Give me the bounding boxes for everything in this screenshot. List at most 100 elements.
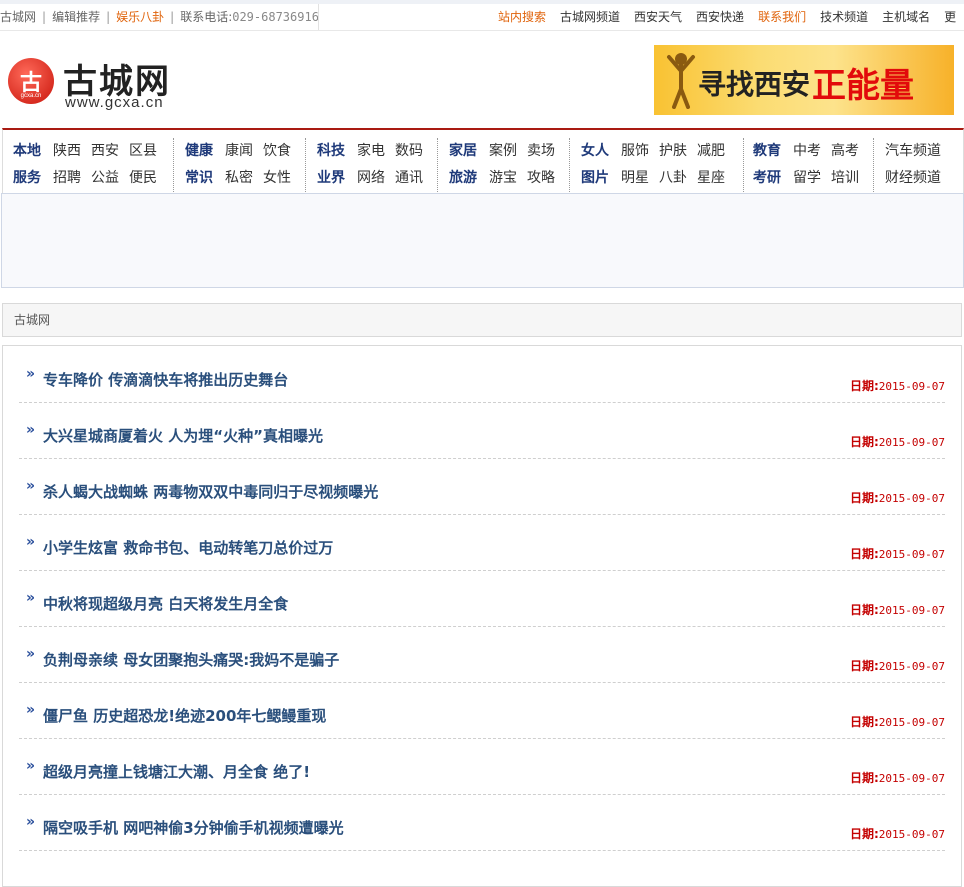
nav-link[interactable]: 护肤 <box>659 138 687 165</box>
nav-link[interactable]: 网络 <box>357 165 385 192</box>
top-link-weather[interactable]: 西安天气 <box>634 10 682 24</box>
nav-link[interactable]: 数码 <box>395 138 423 165</box>
nav-link[interactable]: 通讯 <box>395 165 423 192</box>
ad-banner[interactable]: 寻找西安 正能量 <box>654 45 954 115</box>
nav-link-auto[interactable]: 汽车频道 <box>885 138 941 165</box>
top-link-entertainment[interactable]: 娱乐八卦 <box>116 10 164 24</box>
list-item: » 中秋将现超级月亮 白天将发生月全食 日期:2015-09-07 <box>19 570 945 627</box>
top-link-home[interactable]: 古城网 <box>0 10 36 24</box>
nav-link[interactable]: 女人 <box>581 138 609 165</box>
article-date: 日期:2015-09-07 <box>849 771 945 785</box>
nav-link-finance[interactable]: 财经频道 <box>885 165 941 192</box>
ad-placeholder <box>1 193 964 288</box>
nav-link[interactable]: 西安 <box>91 138 119 165</box>
site-logo[interactable]: 古 gcxa.cn 古城网 www.gcxa.cn <box>8 56 208 116</box>
nav-link[interactable]: 便民 <box>129 165 157 192</box>
double-chevron-icon: » <box>26 702 36 718</box>
separator: | <box>42 10 47 24</box>
nav-link[interactable]: 攻略 <box>527 165 555 192</box>
nav-link[interactable]: 图片 <box>581 165 609 192</box>
nav-group-tech: 科技 家电 数码 业界 网络 通讯 <box>317 138 438 194</box>
nav-group-home: 家居 案例 卖场 旅游 游宝 攻略 <box>449 138 570 194</box>
list-item: » 小学生炫富 救命书包、电动转笔刀总价过万 日期:2015-09-07 <box>19 514 945 571</box>
nav-link[interactable]: 中考 <box>793 138 821 165</box>
nav-link[interactable]: 公益 <box>91 165 119 192</box>
top-link-site-search[interactable]: 站内搜索 <box>498 10 546 24</box>
nav-link[interactable]: 八卦 <box>659 165 687 192</box>
article-title[interactable]: 中秋将现超级月亮 白天将发生月全食 <box>43 593 288 614</box>
banner-highlight: 正能量 <box>812 66 914 106</box>
article-title[interactable]: 专车降价 传滴滴快车将推出历史舞台 <box>43 369 288 390</box>
nav-link[interactable]: 陕西 <box>53 138 81 165</box>
nav-link[interactable]: 考研 <box>753 165 781 192</box>
nav-link[interactable]: 游宝 <box>489 165 517 192</box>
nav-link[interactable]: 业界 <box>317 165 345 192</box>
nav-link[interactable]: 旅游 <box>449 165 477 192</box>
nav-link[interactable]: 留学 <box>793 165 821 192</box>
article-title[interactable]: 隔空吸手机 网吧神偷3分钟偷手机视频遭曝光 <box>43 817 344 838</box>
article-title[interactable]: 大兴星城商厦着火 人为埋“火种”真相曝光 <box>43 425 323 446</box>
nav-link[interactable]: 本地 <box>13 138 41 165</box>
logo-url: www.gcxa.cn <box>65 94 164 111</box>
nav-link[interactable]: 服务 <box>13 165 41 192</box>
nav-link[interactable]: 家居 <box>449 138 477 165</box>
article-title[interactable]: 负荆母亲续 母女团聚抱头痛哭:我妈不是骗子 <box>43 649 339 670</box>
nav-link[interactable]: 明星 <box>621 165 649 192</box>
separator: | <box>106 10 111 24</box>
article-title[interactable]: 超级月亮撞上钱塘江大潮、月全食 绝了! <box>43 761 310 782</box>
top-link-contact[interactable]: 联系我们 <box>758 10 806 24</box>
nav-link[interactable]: 教育 <box>753 138 781 165</box>
banner-text: 寻找西安 <box>698 68 811 101</box>
list-item: » 隔空吸手机 网吧神偷3分钟偷手机视频遭曝光 日期:2015-09-07 <box>19 794 945 851</box>
article-title[interactable]: 小学生炫富 救命书包、电动转笔刀总价过万 <box>43 537 333 558</box>
article-date: 日期:2015-09-07 <box>849 491 945 505</box>
double-chevron-icon: » <box>26 534 36 550</box>
nav-link[interactable]: 常识 <box>185 165 213 192</box>
header: 古 gcxa.cn 古城网 www.gcxa.cn 寻找西安 正能量 <box>0 34 964 124</box>
double-chevron-icon: » <box>26 590 36 606</box>
top-link-tech[interactable]: 技术频道 <box>820 10 868 24</box>
breadcrumb-home[interactable]: 古城网 <box>14 313 50 327</box>
list-item: » 负荆母亲续 母女团聚抱头痛哭:我妈不是骗子 日期:2015-09-07 <box>19 626 945 683</box>
nav-link[interactable]: 服饰 <box>621 138 649 165</box>
double-chevron-icon: » <box>26 814 36 830</box>
nav-link[interactable]: 康闻 <box>225 138 253 165</box>
nav-link[interactable]: 健康 <box>185 138 213 165</box>
nav-link[interactable]: 区县 <box>129 138 157 165</box>
double-chevron-icon: » <box>26 422 36 438</box>
top-link-editor-picks[interactable]: 编辑推荐 <box>52 10 100 24</box>
nav-group-local: 本地 陕西 西安 区县 服务 招聘 公益 便民 <box>13 138 174 194</box>
nav-link[interactable]: 减肥 <box>697 138 725 165</box>
breadcrumb: 古城网 <box>2 303 962 337</box>
article-title[interactable]: 僵尸鱼 历史超恐龙!绝迹200年七鳃鳗重现 <box>43 705 326 726</box>
article-title[interactable]: 杀人蝎大战蜘蛛 两毒物双双中毒同归于尽视频曝光 <box>43 481 378 502</box>
nav-link[interactable]: 科技 <box>317 138 345 165</box>
nav-link[interactable]: 卖场 <box>527 138 555 165</box>
nav-group-education: 教育 中考 高考 考研 留学 培训 <box>753 138 874 194</box>
list-item: » 杀人蝎大战蜘蛛 两毒物双双中毒同归于尽视频曝光 日期:2015-09-07 <box>19 458 945 515</box>
nav-link[interactable]: 饮食 <box>263 138 291 165</box>
top-bar-left: 古城网 | 编辑推荐 | 娱乐八卦 | 联系电话:029-68736916 <box>0 4 319 30</box>
top-link-express[interactable]: 西安快递 <box>696 10 744 24</box>
nav-link[interactable]: 招聘 <box>53 165 81 192</box>
top-bar-right: 站内搜索 古城网频道 西安天气 西安快递 联系我们 技术频道 主机域名更 <box>498 4 964 30</box>
nav-link[interactable]: 星座 <box>697 165 725 192</box>
nav-link[interactable]: 培训 <box>831 165 859 192</box>
top-link-more[interactable]: 更 <box>944 10 956 24</box>
nav-group-women: 女人 服饰 护肤 减肥 图片 明星 八卦 星座 <box>581 138 744 194</box>
top-link-hosting[interactable]: 主机域名 <box>882 10 930 24</box>
nav-group-channels: 汽车频道 财经频道 <box>885 138 963 194</box>
top-link-channels[interactable]: 古城网频道 <box>560 10 620 24</box>
nav-group-health: 健康 康闻 饮食 常识 私密 女性 <box>185 138 306 194</box>
article-date: 日期:2015-09-07 <box>849 603 945 617</box>
nav-link[interactable]: 私密 <box>225 165 253 192</box>
list-item: » 僵尸鱼 历史超恐龙!绝迹200年七鳃鳗重现 日期:2015-09-07 <box>19 682 945 739</box>
nav-link[interactable]: 案例 <box>489 138 517 165</box>
article-date: 日期:2015-09-07 <box>849 379 945 393</box>
separator: | <box>170 10 175 24</box>
list-item: » 超级月亮撞上钱塘江大潮、月全食 绝了! 日期:2015-09-07 <box>19 738 945 795</box>
double-chevron-icon: » <box>26 758 36 774</box>
nav-link[interactable]: 女性 <box>263 165 291 192</box>
nav-link[interactable]: 高考 <box>831 138 859 165</box>
nav-link[interactable]: 家电 <box>357 138 385 165</box>
